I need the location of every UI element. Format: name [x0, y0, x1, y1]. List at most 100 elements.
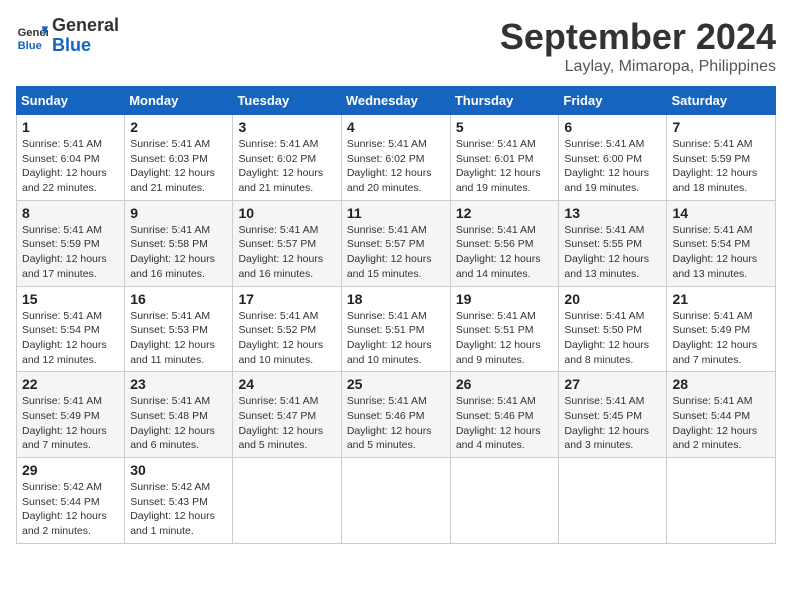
day-number: 2	[130, 119, 227, 135]
day-info: Sunrise: 5:41 AM Sunset: 6:03 PM Dayligh…	[130, 137, 227, 196]
calendar-cell: 21 Sunrise: 5:41 AM Sunset: 5:49 PM Dayl…	[667, 286, 776, 372]
sunset-text: Sunset: 5:54 PM	[22, 324, 100, 336]
day-number: 15	[22, 291, 119, 307]
day-info: Sunrise: 5:41 AM Sunset: 5:59 PM Dayligh…	[22, 223, 119, 282]
calendar-cell: 15 Sunrise: 5:41 AM Sunset: 5:54 PM Dayl…	[17, 286, 125, 372]
day-info: Sunrise: 5:41 AM Sunset: 5:48 PM Dayligh…	[130, 394, 227, 453]
calendar-cell: 5 Sunrise: 5:41 AM Sunset: 6:01 PM Dayli…	[450, 115, 559, 201]
logo: General Blue General Blue	[16, 16, 119, 56]
daylight-text: Daylight: 12 hours and 11 minutes.	[130, 339, 215, 366]
sunrise-text: Sunrise: 5:41 AM	[672, 310, 752, 322]
sunrise-text: Sunrise: 5:41 AM	[564, 138, 644, 150]
sunset-text: Sunset: 5:46 PM	[456, 410, 534, 422]
daylight-text: Daylight: 12 hours and 5 minutes.	[238, 425, 323, 452]
day-number: 25	[347, 376, 445, 392]
day-info: Sunrise: 5:41 AM Sunset: 5:54 PM Dayligh…	[22, 309, 119, 368]
day-number: 18	[347, 291, 445, 307]
daylight-text: Daylight: 12 hours and 7 minutes.	[22, 425, 107, 452]
calendar-cell: 14 Sunrise: 5:41 AM Sunset: 5:54 PM Dayl…	[667, 200, 776, 286]
calendar-cell: 29 Sunrise: 5:42 AM Sunset: 5:44 PM Dayl…	[17, 458, 125, 544]
calendar-cell: 28 Sunrise: 5:41 AM Sunset: 5:44 PM Dayl…	[667, 372, 776, 458]
sunset-text: Sunset: 5:49 PM	[22, 410, 100, 422]
daylight-text: Daylight: 12 hours and 2 minutes.	[672, 425, 757, 452]
calendar-cell	[233, 458, 341, 544]
day-info: Sunrise: 5:42 AM Sunset: 5:44 PM Dayligh…	[22, 480, 119, 539]
day-info: Sunrise: 5:41 AM Sunset: 6:00 PM Dayligh…	[564, 137, 661, 196]
calendar-cell	[667, 458, 776, 544]
calendar-cell: 16 Sunrise: 5:41 AM Sunset: 5:53 PM Dayl…	[125, 286, 233, 372]
day-number: 28	[672, 376, 770, 392]
day-number: 13	[564, 205, 661, 221]
svg-text:Blue: Blue	[18, 40, 42, 52]
day-info: Sunrise: 5:41 AM Sunset: 5:52 PM Dayligh…	[238, 309, 335, 368]
sunset-text: Sunset: 5:47 PM	[238, 410, 316, 422]
sunrise-text: Sunrise: 5:41 AM	[347, 138, 427, 150]
daylight-text: Daylight: 12 hours and 22 minutes.	[22, 167, 107, 194]
daylight-text: Daylight: 12 hours and 20 minutes.	[347, 167, 432, 194]
sunset-text: Sunset: 5:52 PM	[238, 324, 316, 336]
calendar-week-1: 1 Sunrise: 5:41 AM Sunset: 6:04 PM Dayli…	[17, 115, 776, 201]
daylight-text: Daylight: 12 hours and 13 minutes.	[564, 253, 649, 280]
sunset-text: Sunset: 5:59 PM	[22, 238, 100, 250]
day-info: Sunrise: 5:41 AM Sunset: 5:58 PM Dayligh…	[130, 223, 227, 282]
calendar-cell: 13 Sunrise: 5:41 AM Sunset: 5:55 PM Dayl…	[559, 200, 667, 286]
day-number: 29	[22, 462, 119, 478]
day-info: Sunrise: 5:41 AM Sunset: 5:54 PM Dayligh…	[672, 223, 770, 282]
day-info: Sunrise: 5:41 AM Sunset: 6:02 PM Dayligh…	[347, 137, 445, 196]
day-number: 30	[130, 462, 227, 478]
header-saturday: Saturday	[667, 87, 776, 115]
daylight-text: Daylight: 12 hours and 10 minutes.	[347, 339, 432, 366]
day-info: Sunrise: 5:41 AM Sunset: 5:59 PM Dayligh…	[672, 137, 770, 196]
sunrise-text: Sunrise: 5:41 AM	[347, 395, 427, 407]
calendar-cell: 17 Sunrise: 5:41 AM Sunset: 5:52 PM Dayl…	[233, 286, 341, 372]
header-sunday: Sunday	[17, 87, 125, 115]
daylight-text: Daylight: 12 hours and 14 minutes.	[456, 253, 541, 280]
daylight-text: Daylight: 12 hours and 4 minutes.	[456, 425, 541, 452]
header-thursday: Thursday	[450, 87, 559, 115]
calendar-cell: 22 Sunrise: 5:41 AM Sunset: 5:49 PM Dayl…	[17, 372, 125, 458]
daylight-text: Daylight: 12 hours and 21 minutes.	[238, 167, 323, 194]
day-number: 14	[672, 205, 770, 221]
calendar-cell: 1 Sunrise: 5:41 AM Sunset: 6:04 PM Dayli…	[17, 115, 125, 201]
header: General Blue General Blue September 2024…	[16, 16, 776, 76]
sunrise-text: Sunrise: 5:41 AM	[456, 395, 536, 407]
sunrise-text: Sunrise: 5:41 AM	[564, 395, 644, 407]
calendar-cell: 24 Sunrise: 5:41 AM Sunset: 5:47 PM Dayl…	[233, 372, 341, 458]
calendar-cell: 3 Sunrise: 5:41 AM Sunset: 6:02 PM Dayli…	[233, 115, 341, 201]
sunset-text: Sunset: 6:04 PM	[22, 153, 100, 165]
calendar-cell: 23 Sunrise: 5:41 AM Sunset: 5:48 PM Dayl…	[125, 372, 233, 458]
day-number: 4	[347, 119, 445, 135]
sunrise-text: Sunrise: 5:41 AM	[22, 224, 102, 236]
day-info: Sunrise: 5:41 AM Sunset: 5:44 PM Dayligh…	[672, 394, 770, 453]
day-number: 16	[130, 291, 227, 307]
day-info: Sunrise: 5:41 AM Sunset: 5:49 PM Dayligh…	[22, 394, 119, 453]
day-info: Sunrise: 5:41 AM Sunset: 6:04 PM Dayligh…	[22, 137, 119, 196]
header-wednesday: Wednesday	[341, 87, 450, 115]
sunset-text: Sunset: 5:57 PM	[238, 238, 316, 250]
daylight-text: Daylight: 12 hours and 8 minutes.	[564, 339, 649, 366]
sunrise-text: Sunrise: 5:41 AM	[130, 138, 210, 150]
sunrise-text: Sunrise: 5:41 AM	[22, 138, 102, 150]
daylight-text: Daylight: 12 hours and 10 minutes.	[238, 339, 323, 366]
sunrise-text: Sunrise: 5:41 AM	[672, 224, 752, 236]
daylight-text: Daylight: 12 hours and 16 minutes.	[238, 253, 323, 280]
day-info: Sunrise: 5:41 AM Sunset: 5:49 PM Dayligh…	[672, 309, 770, 368]
day-number: 19	[456, 291, 554, 307]
sunset-text: Sunset: 5:49 PM	[672, 324, 750, 336]
day-info: Sunrise: 5:41 AM Sunset: 5:57 PM Dayligh…	[238, 223, 335, 282]
sunrise-text: Sunrise: 5:41 AM	[672, 395, 752, 407]
day-number: 12	[456, 205, 554, 221]
day-number: 22	[22, 376, 119, 392]
day-number: 26	[456, 376, 554, 392]
day-number: 6	[564, 119, 661, 135]
day-number: 17	[238, 291, 335, 307]
sunset-text: Sunset: 6:01 PM	[456, 153, 534, 165]
month-title: September 2024	[500, 16, 776, 58]
sunset-text: Sunset: 5:58 PM	[130, 238, 208, 250]
sunset-text: Sunset: 6:00 PM	[564, 153, 642, 165]
daylight-text: Daylight: 12 hours and 19 minutes.	[456, 167, 541, 194]
day-number: 1	[22, 119, 119, 135]
day-info: Sunrise: 5:41 AM Sunset: 5:46 PM Dayligh…	[456, 394, 554, 453]
calendar-cell: 11 Sunrise: 5:41 AM Sunset: 5:57 PM Dayl…	[341, 200, 450, 286]
calendar-cell: 20 Sunrise: 5:41 AM Sunset: 5:50 PM Dayl…	[559, 286, 667, 372]
